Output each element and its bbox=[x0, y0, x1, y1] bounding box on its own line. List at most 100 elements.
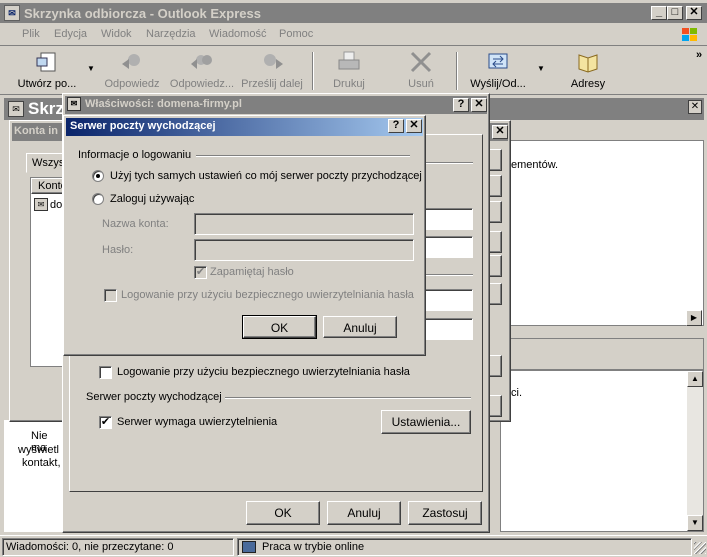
accounts-btn-1[interactable] bbox=[488, 149, 502, 171]
forward-icon bbox=[259, 50, 285, 74]
maximize-button[interactable]: □ bbox=[667, 6, 683, 20]
accounts-title: Konta in bbox=[14, 125, 58, 137]
delete-label: Usuń bbox=[408, 78, 434, 90]
menu-tools[interactable]: Narzędzia bbox=[146, 28, 196, 40]
properties-field-1[interactable] bbox=[423, 208, 473, 230]
properties-field-4[interactable] bbox=[423, 318, 473, 340]
accounts-tab-label: Wszys bbox=[32, 157, 65, 169]
status-bar: Wiadomości: 0, nie przeczytane: 0 Praca … bbox=[0, 535, 707, 557]
outgoing-group-label: Serwer poczty wychodzącej bbox=[86, 391, 222, 403]
address-book-icon bbox=[575, 50, 601, 74]
password-input[interactable] bbox=[194, 239, 414, 261]
online-icon bbox=[242, 541, 256, 553]
outgoing-title: Serwer poczty wychodzącej bbox=[70, 120, 216, 132]
address-book-label: Adresy bbox=[570, 78, 606, 90]
contacts-text-3: kontakt, bbox=[22, 457, 61, 469]
contacts-pane: Nie ma wyświetl kontakt, bbox=[4, 420, 64, 532]
accounts-btn-7[interactable] bbox=[488, 355, 502, 377]
requires-auth-label: Serwer wymaga uwierzytelnienia bbox=[117, 416, 278, 428]
accounts-btn-6[interactable] bbox=[488, 283, 502, 305]
new-mail-icon bbox=[34, 50, 60, 74]
print-button[interactable]: Drukuj bbox=[322, 50, 376, 90]
forward-label: Prześlij dalej bbox=[241, 78, 303, 90]
properties-field-2[interactable] bbox=[423, 236, 473, 258]
accounts-btn-8[interactable] bbox=[488, 395, 502, 417]
properties-spa-checkbox[interactable] bbox=[99, 366, 112, 379]
remember-password-label: Zapamiętaj hasło bbox=[210, 266, 294, 278]
same-settings-radio[interactable] bbox=[92, 170, 104, 182]
outgoing-ok-button[interactable]: OK bbox=[242, 315, 317, 339]
scroll-down-icon[interactable]: ▼ bbox=[687, 515, 703, 531]
reply-all-button[interactable]: Odpowiedz... bbox=[166, 50, 238, 90]
accounts-list[interactable]: Konto ✉ do bbox=[30, 177, 67, 367]
account-name-label: Nazwa konta: bbox=[102, 218, 169, 230]
status-messages-panel: Wiadomości: 0, nie przeczytane: 0 bbox=[2, 538, 234, 556]
send-receive-icon bbox=[485, 50, 511, 74]
reply-button[interactable]: Odpowiedz bbox=[100, 50, 164, 90]
properties-close-button[interactable]: ✕ bbox=[471, 98, 487, 112]
login-using-radio[interactable] bbox=[92, 193, 104, 205]
accounts-column-header[interactable]: Konto bbox=[31, 178, 67, 194]
outgoing-help-button[interactable]: ? bbox=[388, 119, 404, 133]
send-receive-label: Wyślij/Od... bbox=[470, 78, 526, 90]
status-online: Praca w trybie online bbox=[262, 541, 365, 553]
menu-edit[interactable]: Edycja bbox=[54, 28, 87, 40]
main-titlebar: ✉ Skrzynka odbiorcza - Outlook Express _… bbox=[0, 3, 707, 23]
print-label: Drukuj bbox=[333, 78, 365, 90]
address-book-button[interactable]: Adresy bbox=[560, 50, 616, 90]
accounts-close-button[interactable]: ✕ bbox=[492, 125, 508, 139]
menu-view[interactable]: Widok bbox=[101, 28, 132, 40]
resize-grip-icon[interactable] bbox=[694, 542, 706, 554]
properties-icon: ✉ bbox=[67, 97, 81, 111]
menu-file[interactable]: Plik bbox=[22, 28, 40, 40]
accounts-btn-4[interactable] bbox=[488, 231, 502, 253]
outgoing-spa-checkbox[interactable] bbox=[104, 289, 117, 302]
outgoing-dialog: Serwer poczty wychodzącej ? ✕ Informacje… bbox=[63, 115, 426, 356]
menu-help[interactable]: Pomoc bbox=[279, 28, 313, 40]
scroll-up-icon[interactable]: ▲ bbox=[687, 371, 703, 387]
new-mail-dropdown-icon[interactable]: ▼ bbox=[87, 64, 95, 73]
properties-apply-button[interactable]: Zastosuj bbox=[408, 501, 482, 525]
accounts-tab[interactable]: Wszys bbox=[26, 153, 66, 173]
outgoing-cancel-button[interactable]: Anuluj bbox=[323, 316, 397, 338]
reply-icon bbox=[119, 50, 145, 74]
properties-title: Właściwości: domena-firmy.pl bbox=[85, 98, 242, 110]
properties-ok-button[interactable]: OK bbox=[246, 501, 320, 525]
preview-scrollbar[interactable]: ▲ ▼ bbox=[687, 371, 703, 531]
account-item[interactable]: do bbox=[50, 199, 62, 211]
print-icon bbox=[336, 50, 362, 74]
preview-header bbox=[500, 338, 704, 370]
new-mail-button[interactable]: Utwórz po... bbox=[12, 50, 82, 90]
requires-auth-checkbox[interactable]: ✔ bbox=[99, 416, 112, 429]
properties-help-button[interactable]: ? bbox=[453, 98, 469, 112]
properties-cancel-button[interactable]: Anuluj bbox=[327, 501, 401, 525]
delete-button[interactable]: Usuń bbox=[394, 50, 448, 90]
properties-groove-1 bbox=[423, 162, 473, 164]
windows-logo-icon bbox=[680, 25, 700, 45]
send-receive-dropdown-icon[interactable]: ▼ bbox=[537, 64, 545, 73]
folder-bar-title: Skrz bbox=[28, 99, 64, 118]
accounts-btn-2[interactable] bbox=[488, 175, 502, 197]
send-receive-button[interactable]: Wyślij/Od... bbox=[462, 50, 534, 90]
reply-all-icon bbox=[189, 50, 215, 74]
remember-password-checkbox[interactable]: ✔ bbox=[194, 266, 207, 279]
minimize-button[interactable]: _ bbox=[651, 6, 667, 20]
app-icon: ✉ bbox=[4, 5, 20, 21]
login-using-label: Zaloguj używając bbox=[110, 193, 195, 205]
close-button[interactable]: ✕ bbox=[686, 6, 702, 20]
folder-bar-close-icon[interactable]: ✕ bbox=[688, 100, 702, 114]
menu-message[interactable]: Wiadomość bbox=[209, 28, 266, 40]
hscroll-right-arrow[interactable]: ▶ bbox=[686, 310, 702, 326]
accounts-btn-3[interactable] bbox=[488, 201, 502, 223]
properties-spa-label: Logowanie przy użyciu bezpiecznego uwier… bbox=[117, 366, 410, 378]
outgoing-close-button[interactable]: ✕ bbox=[406, 119, 422, 133]
accounts-btn-5[interactable] bbox=[488, 255, 502, 277]
preview-pane: ci. ▲ ▼ bbox=[500, 370, 704, 532]
status-online-panel: Praca w trybie online bbox=[237, 538, 692, 556]
properties-field-3[interactable] bbox=[423, 289, 473, 311]
toolbar-chevron-icon[interactable]: » bbox=[696, 49, 702, 61]
forward-button[interactable]: Prześlij dalej bbox=[240, 50, 304, 90]
account-name-input[interactable] bbox=[194, 213, 414, 235]
preview-text: ci. bbox=[511, 387, 522, 399]
settings-button[interactable]: Ustawienia... bbox=[381, 410, 471, 434]
